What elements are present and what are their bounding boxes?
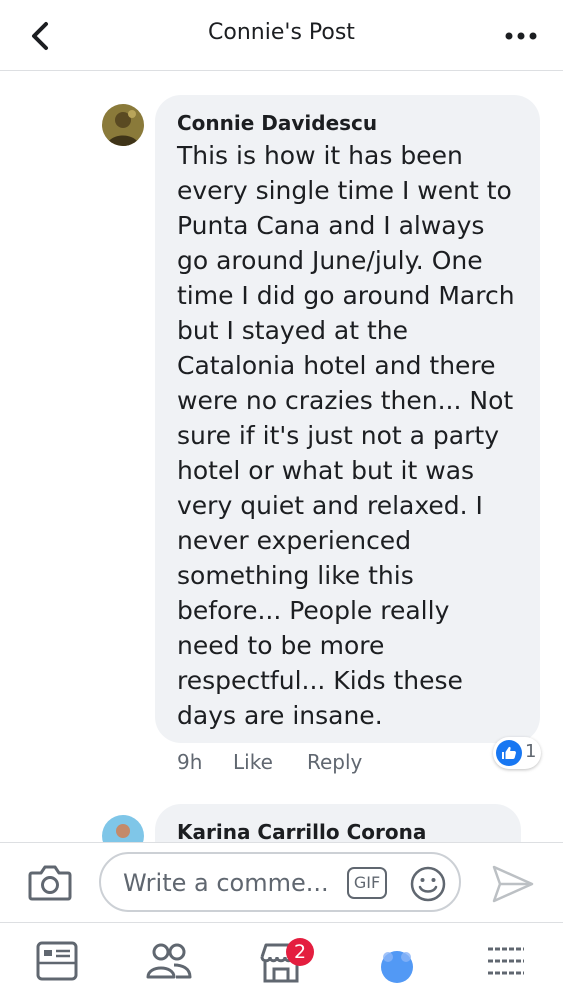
bottom-tab-bar: 2 [0,922,563,1001]
notification-badge: 2 [286,938,314,966]
send-button[interactable] [488,863,536,905]
comment-author[interactable]: Connie Davidescu [177,111,377,135]
tab-watch[interactable] [372,937,422,987]
page-title: Connie's Post [208,20,355,45]
app-icon [381,951,413,983]
reaction-count: 1 [525,741,537,762]
emoji-button[interactable] [409,865,447,903]
comment-text: This is how it has been every single tim… [177,141,515,730]
people-icon [146,943,192,979]
camera-icon [28,865,72,901]
avatar[interactable] [102,104,144,146]
more-horizontal-icon [505,32,537,40]
avatar-image [102,104,144,146]
comment-box: GIF [99,852,461,912]
comment-author[interactable]: Karina Carrillo Corona [177,820,426,844]
thumbs-up-icon [496,740,522,766]
like-button[interactable]: Like [233,750,273,774]
top-bar: Connie's Post [0,0,563,71]
gif-button[interactable]: GIF [347,867,387,899]
camera-button[interactable] [26,861,74,905]
smiley-icon [410,866,446,902]
comment-composer: GIF [0,842,563,923]
tab-groups[interactable] [144,937,194,987]
reply-button[interactable]: Reply [307,750,362,774]
menu-icon [488,947,524,975]
comment-input[interactable] [121,864,345,902]
tab-news-feed[interactable] [33,937,83,987]
comment-time: 9h [177,750,203,774]
tab-menu[interactable] [482,937,532,987]
reaction-summary[interactable]: 1 [493,737,541,769]
send-icon [492,865,534,903]
comment-bubble: Connie Davidescu This is how it has been… [155,95,540,743]
more-options-button[interactable] [499,18,543,54]
news-feed-icon [36,941,78,981]
